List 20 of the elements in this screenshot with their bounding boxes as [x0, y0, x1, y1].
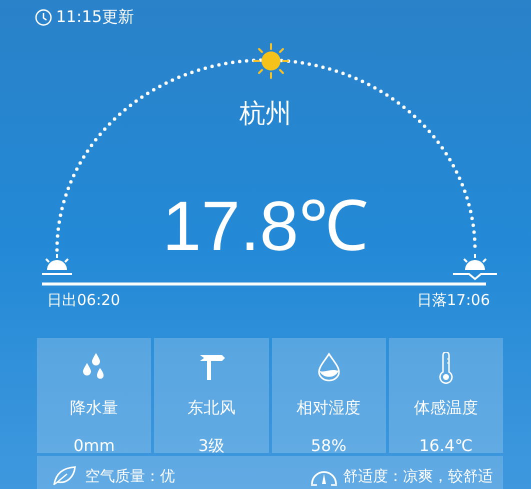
sunset-time: 日落17:06: [416, 290, 490, 311]
air-quality: 空气质量：优: [85, 466, 175, 487]
clock-icon: [35, 8, 52, 26]
temperature: 17.8℃: [162, 188, 369, 265]
stat-label: 体感温度: [414, 398, 478, 417]
sunset-icon: [453, 254, 497, 280]
sunrise-icon: [42, 254, 72, 275]
stat-value: 0mm: [73, 436, 115, 455]
sun-icon: [253, 43, 289, 79]
stat-value: 3级: [198, 436, 224, 455]
stat-label: 东北风: [187, 398, 236, 417]
leaf-icon: [51, 465, 77, 487]
sunrise-time: 日出06:20: [47, 290, 120, 311]
update-time: 11:15更新: [56, 6, 134, 28]
stat-label: 降水量: [70, 398, 118, 417]
stat-label: 相对湿度: [296, 398, 361, 417]
stat-value: 58%: [310, 436, 346, 455]
stat-value: 16.4℃: [419, 436, 473, 455]
comfort-level: 舒适度：凉爽，较舒适: [343, 466, 493, 487]
city-name: 杭州: [240, 99, 292, 130]
